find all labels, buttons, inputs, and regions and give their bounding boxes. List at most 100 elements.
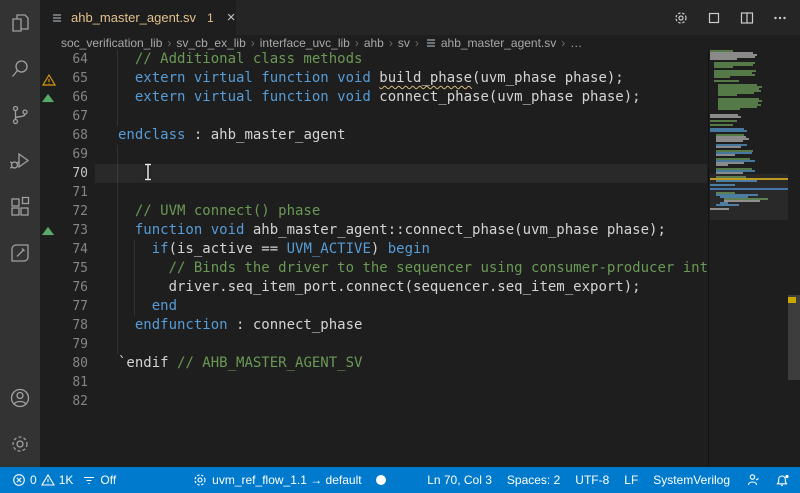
code-line-80[interactable]: 80 `endif // AHB_MASTER_AGENT_SV [40, 354, 707, 373]
code-text: // UVM connect() phase [134, 203, 321, 219]
error-icon [12, 473, 26, 487]
activity-item-source-control[interactable] [0, 92, 40, 138]
breadcrumb-item[interactable]: … [570, 36, 582, 50]
code-line-74[interactable]: 74 if(is_active == UVM_ACTIVE) begin [40, 240, 707, 259]
close-icon[interactable]: × [227, 9, 236, 26]
encoding-status[interactable]: UTF-8 [575, 467, 609, 493]
line-number[interactable]: 65 [40, 69, 88, 88]
problems-status[interactable]: 0 1K [12, 467, 73, 493]
code-line-70[interactable]: 70 [40, 164, 707, 183]
code-text: function void ahb_master_agent::connect_… [134, 222, 666, 238]
code-line-76[interactable]: 76 driver.seq_item_port.connect(sequence… [40, 278, 707, 297]
line-number[interactable]: 79 [40, 335, 88, 354]
tab-label: ahb_master_agent.sv [71, 10, 197, 25]
activity-item-search[interactable] [0, 46, 40, 92]
open-changes-button[interactable] [706, 10, 722, 26]
line-number[interactable]: 71 [40, 183, 88, 202]
line-number[interactable]: 73 [40, 221, 88, 240]
line-number[interactable]: 72 [40, 202, 88, 221]
line-number[interactable]: 80 [40, 354, 88, 373]
scrollbar-slider[interactable] [788, 295, 800, 380]
feedback-status[interactable] [745, 467, 760, 493]
eol-status-label: LF [624, 473, 639, 487]
code-editor[interactable]: 64 // Additional class methods 65 extern … [40, 50, 707, 467]
run-debug-icon [8, 149, 32, 173]
breadcrumb-separator: › [414, 35, 419, 50]
tab-ahb-master-agent[interactable]: ahb_master_agent.sv 1 × [40, 0, 236, 35]
line-number[interactable]: 70 [40, 164, 88, 183]
activity-bar [0, 0, 40, 467]
split-editor-icon [739, 10, 755, 26]
code-line-71[interactable]: 71 [40, 183, 707, 202]
breadcrumb-label: sv_cb_ex_lib [176, 35, 246, 50]
breadcrumb-item[interactable]: sv_cb_ex_lib [176, 36, 245, 50]
indentation-status-label: Spaces: 2 [506, 473, 561, 487]
code-line-64[interactable]: 64 // Additional class methods [40, 50, 707, 69]
cursor-position-status[interactable]: Ln 70, Col 3 [427, 467, 492, 493]
code-line-67[interactable]: 67 [40, 107, 707, 126]
line-number[interactable]: 82 [40, 392, 88, 411]
code-text: driver.seq_item_port.connect(sequencer.s… [168, 279, 641, 295]
code-line-72[interactable]: 72 // UVM connect() phase [40, 202, 707, 221]
split-editor-button[interactable] [739, 10, 755, 26]
breadcrumb-label: sv [397, 35, 410, 50]
line-number[interactable]: 77 [40, 297, 88, 316]
activity-item-custom-extension[interactable] [0, 230, 40, 276]
editor-settings-button[interactable] [673, 10, 689, 26]
breadcrumb-item[interactable]: interface_uvc_lib [260, 36, 350, 50]
breadcrumb-item[interactable]: soc_verification_lib [61, 36, 162, 50]
code-line-65[interactable]: 65 extern virtual function void build_ph… [40, 69, 707, 88]
code-line-75[interactable]: 75 // Binds the driver to the sequencer … [40, 259, 707, 278]
indentation-status[interactable]: Spaces: 2 [507, 467, 560, 493]
code-line-78[interactable]: 78 endfunction : connect_phase [40, 316, 707, 335]
line-number[interactable]: 66 [40, 88, 88, 107]
line-number[interactable]: 76 [40, 278, 88, 297]
breadcrumb-item[interactable]: ahb [364, 36, 384, 50]
line-number[interactable]: 64 [40, 50, 88, 69]
activity-bar-bottom [0, 375, 40, 467]
breadcrumb-separator: › [167, 35, 172, 50]
code-text: `endif // AHB_MASTER_AGENT_SV [118, 355, 363, 371]
activity-item-run-debug[interactable] [0, 138, 40, 184]
filter-icon [82, 473, 96, 487]
code-line-82[interactable]: 82 [40, 392, 707, 411]
minimap-slider[interactable] [710, 174, 788, 220]
extensions-icon [8, 195, 32, 219]
circle-icon [374, 473, 388, 487]
activity-item-explorer[interactable] [0, 0, 40, 46]
breadcrumb-item[interactable]: sv [398, 36, 410, 50]
code-line-69[interactable]: 69 [40, 145, 707, 164]
code-line-68[interactable]: 68 endclass : ahb_master_agent [40, 126, 707, 145]
cursor-position-status-label: Ln 70, Col 3 [427, 473, 492, 487]
code-line-77[interactable]: 77 end [40, 297, 707, 316]
minimap[interactable] [710, 50, 788, 467]
activity-item-manage[interactable] [0, 421, 40, 467]
line-number[interactable]: 78 [40, 316, 88, 335]
line-number[interactable]: 69 [40, 145, 88, 164]
config-status[interactable]: uvm_ref_flow_1.1 → default [192, 467, 362, 493]
tab-bar: ahb_master_agent.sv 1 × [40, 0, 800, 35]
line-number[interactable]: 68 [40, 126, 88, 145]
breadcrumb-separator: › [561, 35, 566, 50]
warning-icon [40, 473, 55, 487]
line-number[interactable]: 81 [40, 373, 88, 392]
filter-off-status[interactable]: Off [82, 467, 116, 493]
activity-item-extensions[interactable] [0, 184, 40, 230]
record-status[interactable] [374, 467, 388, 493]
line-number[interactable]: 75 [40, 259, 88, 278]
breadcrumb-item[interactable]: ahb_master_agent.sv [424, 36, 556, 50]
code-line-66[interactable]: 66 extern virtual function void connect_… [40, 88, 707, 107]
code-line-73[interactable]: 73 function void ahb_master_agent::conne… [40, 221, 707, 240]
code-text: extern virtual function void build_phase… [134, 70, 624, 86]
line-number[interactable]: 67 [40, 107, 88, 126]
breadcrumb-label: ahb [363, 35, 384, 50]
more-actions-button[interactable] [772, 10, 788, 26]
eol-status[interactable]: LF [624, 467, 638, 493]
code-line-81[interactable]: 81 [40, 373, 707, 392]
language-status[interactable]: SystemVerilog [653, 467, 730, 493]
line-number[interactable]: 74 [40, 240, 88, 259]
pencil-badge-icon [8, 241, 32, 265]
notifications-status[interactable] [775, 467, 790, 493]
activity-item-accounts[interactable] [0, 375, 40, 421]
code-line-79[interactable]: 79 [40, 335, 707, 354]
